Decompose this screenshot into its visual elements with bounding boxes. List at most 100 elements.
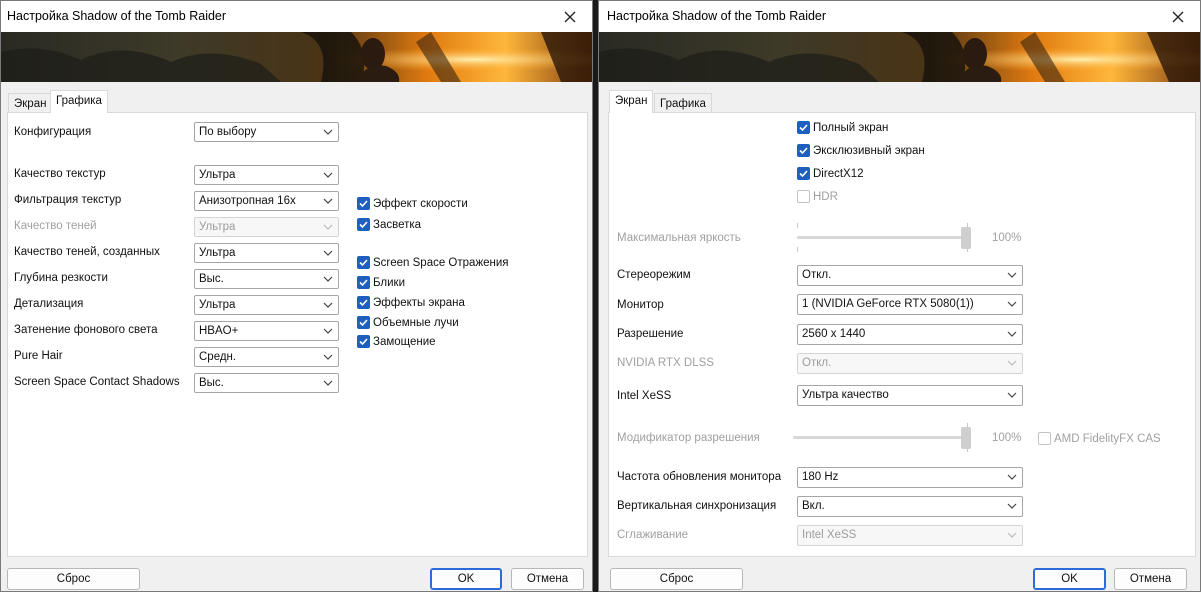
slider-tick [797, 223, 798, 228]
reset-button[interactable]: Сброс [610, 568, 743, 590]
hdr-checkbox[interactable]: HDR [797, 190, 838, 203]
right-settings-window: Настройка Shadow of the Tomb Raider Экра… [598, 0, 1201, 592]
vsync-dropdown[interactable]: Вкл. [797, 496, 1023, 517]
stereo-mode-dropdown[interactable]: Откл. [797, 265, 1023, 286]
texture-filtering-value: Анизотропная 16x [199, 195, 296, 207]
tab-graphics[interactable]: Графика [654, 93, 712, 113]
shadow-quality-dropdown[interactable]: Ультра [194, 217, 339, 237]
shadow-quality-label: Качество теней [14, 220, 97, 232]
chevron-down-icon [323, 302, 333, 308]
max-brightness-value: 100% [992, 232, 1022, 244]
game-banner-image [1, 32, 592, 82]
chevron-down-icon [323, 198, 333, 204]
cancel-button[interactable]: Отмена [1114, 568, 1187, 590]
chevron-down-icon [323, 354, 333, 360]
refresh-rate-label: Частота обновления монитора [617, 471, 782, 483]
contact-shadows-value: Выс. [199, 377, 224, 389]
xess-value: Ультра качество [802, 389, 889, 401]
checkbox-checked-icon [357, 218, 370, 231]
game-banner-image [599, 32, 1200, 82]
ss-reflections-label: Screen Space Отражения [373, 256, 509, 269]
checkbox-checked-icon [357, 256, 370, 269]
bloom-checkbox[interactable]: Засветка [357, 218, 421, 231]
created-shadow-quality-dropdown[interactable]: Ультра [194, 243, 339, 263]
antialiasing-dropdown[interactable]: Intel XeSS [797, 525, 1023, 546]
checkbox-checked-icon [797, 144, 810, 157]
checkbox-checked-icon [797, 167, 810, 180]
checkbox-checked-icon [357, 316, 370, 329]
reset-button[interactable]: Сброс [7, 568, 140, 590]
xess-dropdown[interactable]: Ультра качество [797, 385, 1023, 406]
title-bar: Настройка Shadow of the Tomb Raider [599, 1, 1200, 32]
resolution-value: 2560 x 1440 [802, 328, 866, 340]
tab-graphics[interactable]: Графика [50, 90, 108, 113]
close-icon[interactable] [1156, 1, 1200, 32]
amd-cas-checkbox[interactable]: AMD FidelityFX CAS [1038, 432, 1161, 445]
checkbox-checked-icon [357, 197, 370, 210]
texture-quality-dropdown[interactable]: Ультра [194, 165, 339, 185]
motion-blur-checkbox[interactable]: Эффект скорости [357, 197, 468, 210]
fullscreen-checkbox[interactable]: Полный экран [797, 121, 888, 134]
pure-hair-dropdown[interactable]: Средн. [194, 347, 339, 367]
detail-level-dropdown[interactable]: Ультра [194, 295, 339, 315]
volumetric-lighting-label: Объемные лучи [373, 316, 459, 329]
antialiasing-value: Intel XeSS [802, 529, 857, 541]
xess-label: Intel XeSS [617, 390, 672, 402]
screen-effects-checkbox[interactable]: Эффекты экрана [357, 296, 465, 309]
lens-flares-checkbox[interactable]: Блики [357, 276, 405, 289]
refresh-rate-dropdown[interactable]: 180 Hz [797, 467, 1023, 488]
pure-hair-value: Средн. [199, 351, 237, 363]
checkbox-checked-icon [797, 121, 810, 134]
vsync-label: Вертикальная синхронизация [617, 500, 777, 512]
ss-reflections-checkbox[interactable]: Screen Space Отражения [357, 256, 509, 269]
chevron-down-icon [323, 380, 333, 386]
detail-level-label: Детализация [14, 298, 84, 310]
slider-thumb[interactable] [961, 427, 971, 449]
checkbox-checked-icon [357, 296, 370, 309]
title-bar: Настройка Shadow of the Tomb Raider [1, 1, 592, 32]
tab-screen[interactable]: Экран [8, 93, 53, 113]
hdr-label: HDR [813, 190, 838, 203]
slider-track [793, 436, 969, 439]
monitor-dropdown[interactable]: 1 (NVIDIA GeForce RTX 5080(1)) [797, 294, 1023, 315]
resolution-modifier-slider[interactable] [793, 423, 973, 453]
tab-screen[interactable]: Экран [609, 90, 654, 113]
slider-thumb[interactable] [961, 227, 971, 249]
ambient-occlusion-dropdown[interactable]: HBAO+ [194, 321, 339, 341]
tessellation-label: Замощение [373, 335, 436, 348]
texture-quality-value: Ультра [199, 169, 236, 181]
chevron-down-icon [1007, 503, 1017, 509]
resolution-label: Разрешение [617, 328, 684, 340]
chevron-down-icon [323, 224, 333, 230]
ok-button[interactable]: OK [1033, 568, 1106, 590]
config-label: Конфигурация [14, 126, 92, 138]
dlss-dropdown[interactable]: Откл. [797, 353, 1023, 374]
checkbox-unchecked-icon [797, 190, 810, 203]
stereo-mode-value: Откл. [802, 269, 832, 281]
close-icon[interactable] [548, 1, 592, 32]
checkbox-checked-icon [357, 276, 370, 289]
monitor-value: 1 (NVIDIA GeForce RTX 5080(1)) [802, 298, 974, 310]
texture-filtering-label: Фильтрация текстур [14, 194, 122, 206]
volumetric-lighting-checkbox[interactable]: Объемные лучи [357, 316, 459, 329]
max-brightness-label: Максимальная яркость [617, 232, 741, 244]
ok-button[interactable]: OK [430, 568, 502, 590]
config-dropdown[interactable]: По выбору [194, 122, 339, 142]
max-brightness-slider[interactable] [797, 223, 973, 253]
depth-of-field-dropdown[interactable]: Выс. [194, 269, 339, 289]
resolution-dropdown[interactable]: 2560 x 1440 [797, 324, 1023, 345]
texture-filtering-dropdown[interactable]: Анизотропная 16x [194, 191, 339, 211]
directx12-checkbox[interactable]: DirectX12 [797, 167, 864, 180]
amd-cas-label: AMD FidelityFX CAS [1054, 432, 1161, 445]
vsync-value: Вкл. [802, 500, 825, 512]
pure-hair-label: Pure Hair [14, 350, 63, 362]
motion-blur-label: Эффект скорости [373, 197, 468, 210]
screen-effects-label: Эффекты экрана [373, 296, 465, 309]
tessellation-checkbox[interactable]: Замощение [357, 335, 436, 348]
cancel-button[interactable]: Отмена [511, 568, 584, 590]
exclusive-fullscreen-checkbox[interactable]: Эксклюзивный экран [797, 144, 925, 157]
chevron-down-icon [323, 129, 333, 135]
window-title: Настройка Shadow of the Tomb Raider [607, 9, 827, 23]
contact-shadows-dropdown[interactable]: Выс. [194, 373, 339, 393]
depth-of-field-label: Глубина резкости [14, 272, 108, 284]
